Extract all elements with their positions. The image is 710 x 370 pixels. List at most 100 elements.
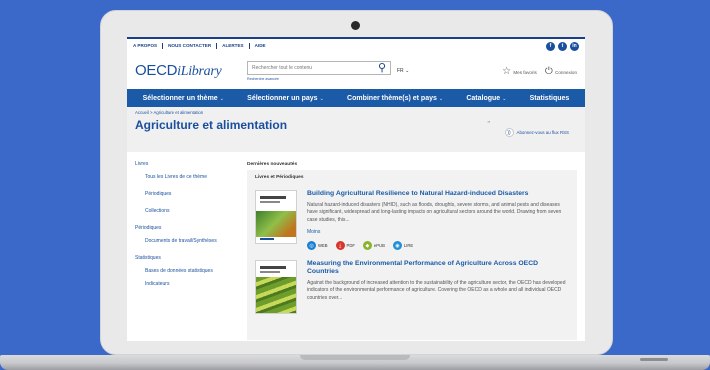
main-content: Dernières nouveautés Livres et Périodiqu… (239, 152, 585, 340)
sidebar-section-periodiques[interactable]: Périodiques (135, 226, 239, 231)
facebook-icon[interactable]: f (546, 41, 555, 51)
cover-photo (256, 211, 296, 237)
cover-photo (256, 277, 296, 314)
nav-item-label: Statistiques (529, 94, 570, 102)
panel-title: Livres et Périodiques (255, 175, 304, 180)
item-description: Natural hazard-induced disasters (NHID),… (307, 201, 562, 223)
favorites-label: Mes favoris (513, 69, 537, 75)
globe-icon: ◎ (307, 241, 316, 251)
format-web-button[interactable]: ◎ WEB (307, 241, 328, 251)
chevron-down-icon: ⌄ (319, 95, 324, 102)
format-label: ePUB (373, 243, 385, 249)
logo-oecd: OECD (135, 62, 178, 79)
link-nous-contacter[interactable]: NOUS CONTACTER (163, 43, 218, 49)
favorites-button[interactable]: ☆ Mes favoris (502, 66, 537, 77)
format-links: ◎ WEB ⤓ PDF ◆ ePUB ◉ LIRE (307, 241, 569, 251)
cover-subtitle-bar (260, 201, 280, 203)
sidebar-item-indicateurs[interactable]: Indicateurs (135, 282, 239, 287)
nav-item-combine[interactable]: Combiner thème(s) et pays ⌄ (347, 95, 443, 102)
rss-subscribe-link[interactable]: )) Abonnez-vous au flux RSS (504, 128, 569, 137)
format-read-button[interactable]: ◉ LIRE (392, 241, 414, 251)
twitter-icon[interactable]: t (558, 41, 567, 51)
account-actions: ☆ Mes favoris ⏻ Connexion (502, 66, 577, 77)
chevron-down-icon: ⌄ (438, 95, 444, 102)
social-links: f t in (546, 41, 579, 51)
item-details: Building Agricultural Resilience to Natu… (307, 190, 569, 251)
sidebar-item-periodiques[interactable]: Périodiques (135, 192, 239, 197)
item-details: Measuring the Environmental Performance … (307, 260, 569, 314)
link-a-propos[interactable]: A PROPOS (133, 43, 164, 49)
latest-panel: Livres et Périodiques Building Agricultu… (247, 170, 577, 340)
utility-links: A PROPOS NOUS CONTACTER ALERTES AIDE (133, 43, 271, 49)
latest-heading: Dernières nouveautés (247, 162, 298, 167)
format-label: PDF (346, 243, 355, 249)
item-title-link[interactable]: Building Agricultural Resilience to Natu… (307, 190, 569, 198)
quote-icon: " (487, 121, 491, 128)
sidebar: Livres Tous les Livres de ce thème Pério… (127, 152, 239, 337)
list-item: Building Agricultural Resilience to Natu… (255, 190, 569, 251)
nav-item-statistics[interactable]: Statistiques (530, 95, 570, 102)
format-label: WEB (318, 243, 328, 249)
nav-item-label: Catalogue (466, 94, 501, 102)
search-area: Rechercher tout le contenu ⚲ Recherche a… (247, 61, 391, 81)
nav-item-label: Sélectionner un thème (142, 94, 218, 102)
advanced-search-link[interactable]: Recherche avancée (247, 77, 391, 81)
sidebar-section-livres[interactable]: Livres (135, 162, 239, 167)
language-selector[interactable]: FR ⌄ (397, 68, 409, 74)
login-button[interactable]: ⏻ Connexion (545, 66, 577, 77)
book-cover-image[interactable] (255, 260, 297, 315)
sidebar-item-collections[interactable]: Collections (135, 209, 239, 214)
power-icon: ⏻ (544, 65, 553, 77)
format-pdf-button[interactable]: ⤓ PDF (335, 241, 355, 251)
rss-icon: )) (504, 128, 514, 137)
page-title-bar: Accueil > Agriculture et alimentation Ag… (127, 107, 585, 152)
pdf-icon: ⤓ (335, 241, 345, 251)
screen: A PROPOS NOUS CONTACTER ALERTES AIDE f t… (127, 37, 585, 341)
link-alertes[interactable]: ALERTES (217, 43, 250, 49)
cover-title-bar (260, 266, 286, 270)
oecd-ilibrary-logo[interactable]: OECD iLibrary (135, 62, 247, 80)
cover-subtitle-bar (260, 271, 280, 274)
nav-item-country[interactable]: Sélectionner un pays ⌄ (247, 95, 324, 102)
show-less-link[interactable]: Moins (307, 229, 569, 235)
search-placeholder: Rechercher tout le contenu (252, 65, 313, 71)
cover-publisher-mark (260, 238, 274, 240)
breadcrumb[interactable]: Accueil > Agriculture et alimentation (135, 110, 577, 115)
cover-title-bar (260, 196, 286, 199)
site-header: OECD iLibrary Rechercher tout le contenu… (127, 53, 585, 89)
sidebar-item-documents-de-travail[interactable]: Documents de travail/Synthèses (135, 239, 239, 244)
top-utility-bar: A PROPOS NOUS CONTACTER ALERTES AIDE f t… (127, 37, 585, 53)
login-label: Connexion (555, 69, 577, 75)
linkedin-icon[interactable]: in (570, 41, 579, 51)
sidebar-item-tous-les-livres[interactable]: Tous les Livres de ce thème (135, 175, 239, 180)
nav-item-label: Sélectionner un pays (247, 94, 318, 102)
format-epub-button[interactable]: ◆ ePUB (362, 241, 385, 251)
camera-icon (351, 21, 360, 30)
laptop-base-port (640, 358, 668, 361)
nav-item-theme[interactable]: Sélectionner un thème ⌄ (143, 95, 224, 102)
item-description: Against the background of increased atte… (307, 279, 566, 301)
rss-label: Abonnez-vous au flux RSS (516, 130, 569, 135)
nav-item-label: Combiner thème(s) et pays (347, 94, 437, 102)
search-input[interactable]: Rechercher tout le contenu ⚲ (247, 61, 391, 75)
content-area: Livres Tous les Livres de ce thème Pério… (127, 152, 585, 340)
link-aide[interactable]: AIDE (250, 43, 271, 49)
format-label: LIRE (403, 243, 414, 249)
book-cover-image[interactable] (255, 190, 297, 244)
epub-icon: ◆ (362, 241, 372, 251)
search-icon[interactable]: ⚲ (378, 62, 386, 74)
list-item: Measuring the Environmental Performance … (255, 260, 569, 315)
chevron-down-icon: ⌄ (502, 95, 507, 102)
nav-item-catalogue[interactable]: Catalogue ⌄ (466, 95, 506, 102)
chevron-down-icon: ⌄ (405, 68, 410, 74)
main-navigation: Sélectionner un thème ⌄ Sélectionner un p… (127, 89, 585, 107)
laptop-base-notch (300, 355, 410, 360)
star-icon: ☆ (502, 65, 512, 77)
sidebar-item-bases-de-donnees[interactable]: Bases de données statistiques (135, 269, 239, 274)
read-icon: ◉ (392, 241, 402, 251)
item-title-link[interactable]: Measuring the Environmental Performance … (307, 260, 569, 276)
language-label: FR (397, 68, 404, 74)
chevron-down-icon: ⌄ (219, 95, 224, 102)
logo-ilibrary: iLibrary (177, 64, 222, 79)
sidebar-section-statistiques[interactable]: Statistiques (135, 256, 239, 261)
